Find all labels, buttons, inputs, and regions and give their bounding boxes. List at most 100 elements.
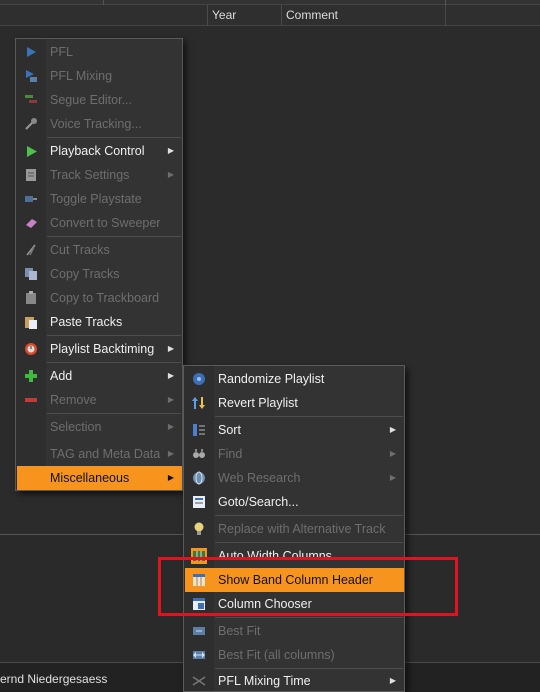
submenu-arrow-icon: ▶ bbox=[389, 676, 396, 685]
menu-item-label: Playback Control bbox=[50, 144, 145, 158]
menu-item-randomize-playlist[interactable]: Randomize Playlist bbox=[185, 367, 404, 391]
menu-item-label: Randomize Playlist bbox=[218, 372, 325, 386]
submenu-arrow-icon: ▶ bbox=[167, 146, 174, 155]
menu-item-label: TAG and Meta Data bbox=[50, 447, 161, 461]
submenu-arrow-icon: ▶ bbox=[167, 344, 174, 353]
menu-item-convert-to-sweeper[interactable]: Convert to Sweeper bbox=[17, 211, 182, 235]
menu-item-voice-tracking[interactable]: Voice Tracking... bbox=[17, 112, 182, 136]
menu-item-label: Track Settings bbox=[50, 168, 130, 182]
best-fit-icon bbox=[191, 623, 207, 639]
menu-item-tag-and-meta-data[interactable]: TAG and Meta Data ▶ bbox=[17, 442, 182, 466]
revert-arrows-icon bbox=[191, 395, 207, 411]
menu-item-label: Paste Tracks bbox=[50, 315, 123, 329]
eraser-icon bbox=[23, 215, 39, 231]
goto-search-icon bbox=[191, 494, 207, 510]
globe-icon bbox=[191, 470, 207, 486]
menu-separator bbox=[47, 236, 181, 237]
submenu-arrow-icon: ▶ bbox=[167, 395, 174, 404]
minus-icon bbox=[23, 392, 39, 408]
menu-item-revert-playlist[interactable]: Revert Playlist bbox=[185, 391, 404, 415]
menu-item-pfl-mixing[interactable]: PFL Mixing bbox=[17, 64, 182, 88]
menu-item-label: Remove bbox=[50, 393, 97, 407]
column-header-row: Year Comment bbox=[0, 5, 540, 26]
menu-item-label: Copy to Trackboard bbox=[50, 291, 160, 305]
menu-item-label: Segue Editor... bbox=[50, 93, 133, 107]
menu-item-toggle-playstate[interactable]: Toggle Playstate bbox=[17, 187, 182, 211]
menu-item-label: PFL Mixing Time bbox=[218, 674, 311, 688]
menu-item-label: Find bbox=[218, 447, 243, 461]
menu-item-label: Voice Tracking... bbox=[50, 117, 142, 131]
menu-item-copy-tracks[interactable]: Copy Tracks bbox=[17, 262, 182, 286]
column-header-year[interactable]: Year bbox=[207, 5, 282, 26]
menu-item-label: Copy Tracks bbox=[50, 267, 120, 281]
menu-item-playlist-backtiming[interactable]: Playlist Backtiming ▶ bbox=[17, 337, 182, 361]
menu-item-playback-control[interactable]: Playback Control ▶ bbox=[17, 139, 182, 163]
column-header-empty[interactable] bbox=[445, 5, 540, 26]
copy-icon bbox=[23, 266, 39, 282]
menu-item-label: Convert to Sweeper bbox=[50, 216, 161, 230]
menu-item-best-fit[interactable]: Best Fit bbox=[185, 619, 404, 643]
submenu-arrow-icon: ▶ bbox=[167, 473, 174, 482]
clock-icon bbox=[23, 341, 39, 357]
menu-item-label: Best Fit bbox=[218, 624, 261, 638]
menu-item-label: Web Research bbox=[218, 471, 301, 485]
menu-item-label: PFL Mixing bbox=[50, 69, 113, 83]
binoculars-icon bbox=[191, 446, 207, 462]
best-fit-all-icon bbox=[191, 647, 207, 663]
menu-item-sort[interactable]: Sort ▶ bbox=[185, 418, 404, 442]
submenu-arrow-icon: ▶ bbox=[167, 371, 174, 380]
menu-item-remove[interactable]: Remove ▶ bbox=[17, 388, 182, 412]
menu-separator bbox=[47, 335, 181, 336]
submenu-arrow-icon: ▶ bbox=[389, 449, 396, 458]
menu-item-label: Add bbox=[50, 369, 73, 383]
menu-item-label: Selection bbox=[50, 420, 102, 434]
menu-item-best-fit-all-columns[interactable]: Best Fit (all columns) bbox=[185, 643, 404, 667]
menu-item-pfl[interactable]: PFL bbox=[17, 40, 182, 64]
menu-item-goto-search[interactable]: Goto/Search... bbox=[185, 490, 404, 514]
toggle-icon bbox=[23, 191, 39, 207]
sort-icon bbox=[191, 422, 207, 438]
paste-icon bbox=[23, 314, 39, 330]
menu-item-label: Playlist Backtiming bbox=[50, 342, 155, 356]
miscellaneous-submenu: Randomize Playlist Revert Playlist Sort … bbox=[183, 365, 405, 692]
microphone-icon bbox=[23, 116, 39, 132]
menu-item-find[interactable]: Find ▶ bbox=[185, 442, 404, 466]
play-blue-icon bbox=[23, 44, 39, 60]
menu-item-label: Best Fit (all columns) bbox=[218, 648, 335, 662]
menu-item-web-research[interactable]: Web Research ▶ bbox=[185, 466, 404, 490]
mixing-time-icon bbox=[191, 673, 207, 689]
menu-item-label: Miscellaneous bbox=[50, 471, 130, 485]
menu-item-add[interactable]: Add ▶ bbox=[17, 364, 182, 388]
status-user-name: ernd Niedergesaess bbox=[0, 672, 108, 686]
pfl-mixing-icon bbox=[23, 68, 39, 84]
menu-item-cut-tracks[interactable]: Cut Tracks bbox=[17, 238, 182, 262]
menu-item-label: Replace with Alternative Track bbox=[218, 522, 386, 536]
menu-item-label: Sort bbox=[218, 423, 241, 437]
menu-item-copy-to-trackboard[interactable]: Copy to Trackboard bbox=[17, 286, 182, 310]
menu-separator bbox=[215, 416, 403, 417]
menu-item-segue-editor[interactable]: Segue Editor... bbox=[17, 88, 182, 112]
menu-item-replace-with-alternative-track[interactable]: Replace with Alternative Track bbox=[185, 517, 404, 541]
submenu-arrow-icon: ▶ bbox=[167, 449, 174, 458]
menu-separator bbox=[47, 137, 181, 138]
submenu-arrow-icon: ▶ bbox=[389, 425, 396, 434]
menu-item-track-settings[interactable]: Track Settings ▶ bbox=[17, 163, 182, 187]
document-icon bbox=[23, 167, 39, 183]
plus-icon bbox=[23, 368, 39, 384]
clipboard-icon bbox=[23, 290, 39, 306]
menu-item-label: Toggle Playstate bbox=[50, 192, 142, 206]
menu-item-selection[interactable]: Selection ▶ bbox=[17, 415, 182, 439]
menu-item-pfl-mixing-time[interactable]: PFL Mixing Time ▶ bbox=[185, 669, 404, 692]
menu-item-miscellaneous[interactable]: Miscellaneous ▶ bbox=[17, 466, 182, 490]
menu-separator bbox=[47, 362, 181, 363]
menu-separator bbox=[215, 515, 403, 516]
menu-separator bbox=[215, 542, 403, 543]
menu-item-label: Cut Tracks bbox=[50, 243, 110, 257]
scissors-icon bbox=[23, 242, 39, 258]
menu-separator bbox=[47, 413, 181, 414]
column-header-comment[interactable]: Comment bbox=[281, 5, 446, 26]
submenu-arrow-icon: ▶ bbox=[167, 170, 174, 179]
segue-editor-icon bbox=[23, 92, 39, 108]
menu-item-paste-tracks[interactable]: Paste Tracks bbox=[17, 310, 182, 334]
context-menu: PFL PFL Mixing Segue Editor... Voice Tra… bbox=[15, 38, 183, 491]
